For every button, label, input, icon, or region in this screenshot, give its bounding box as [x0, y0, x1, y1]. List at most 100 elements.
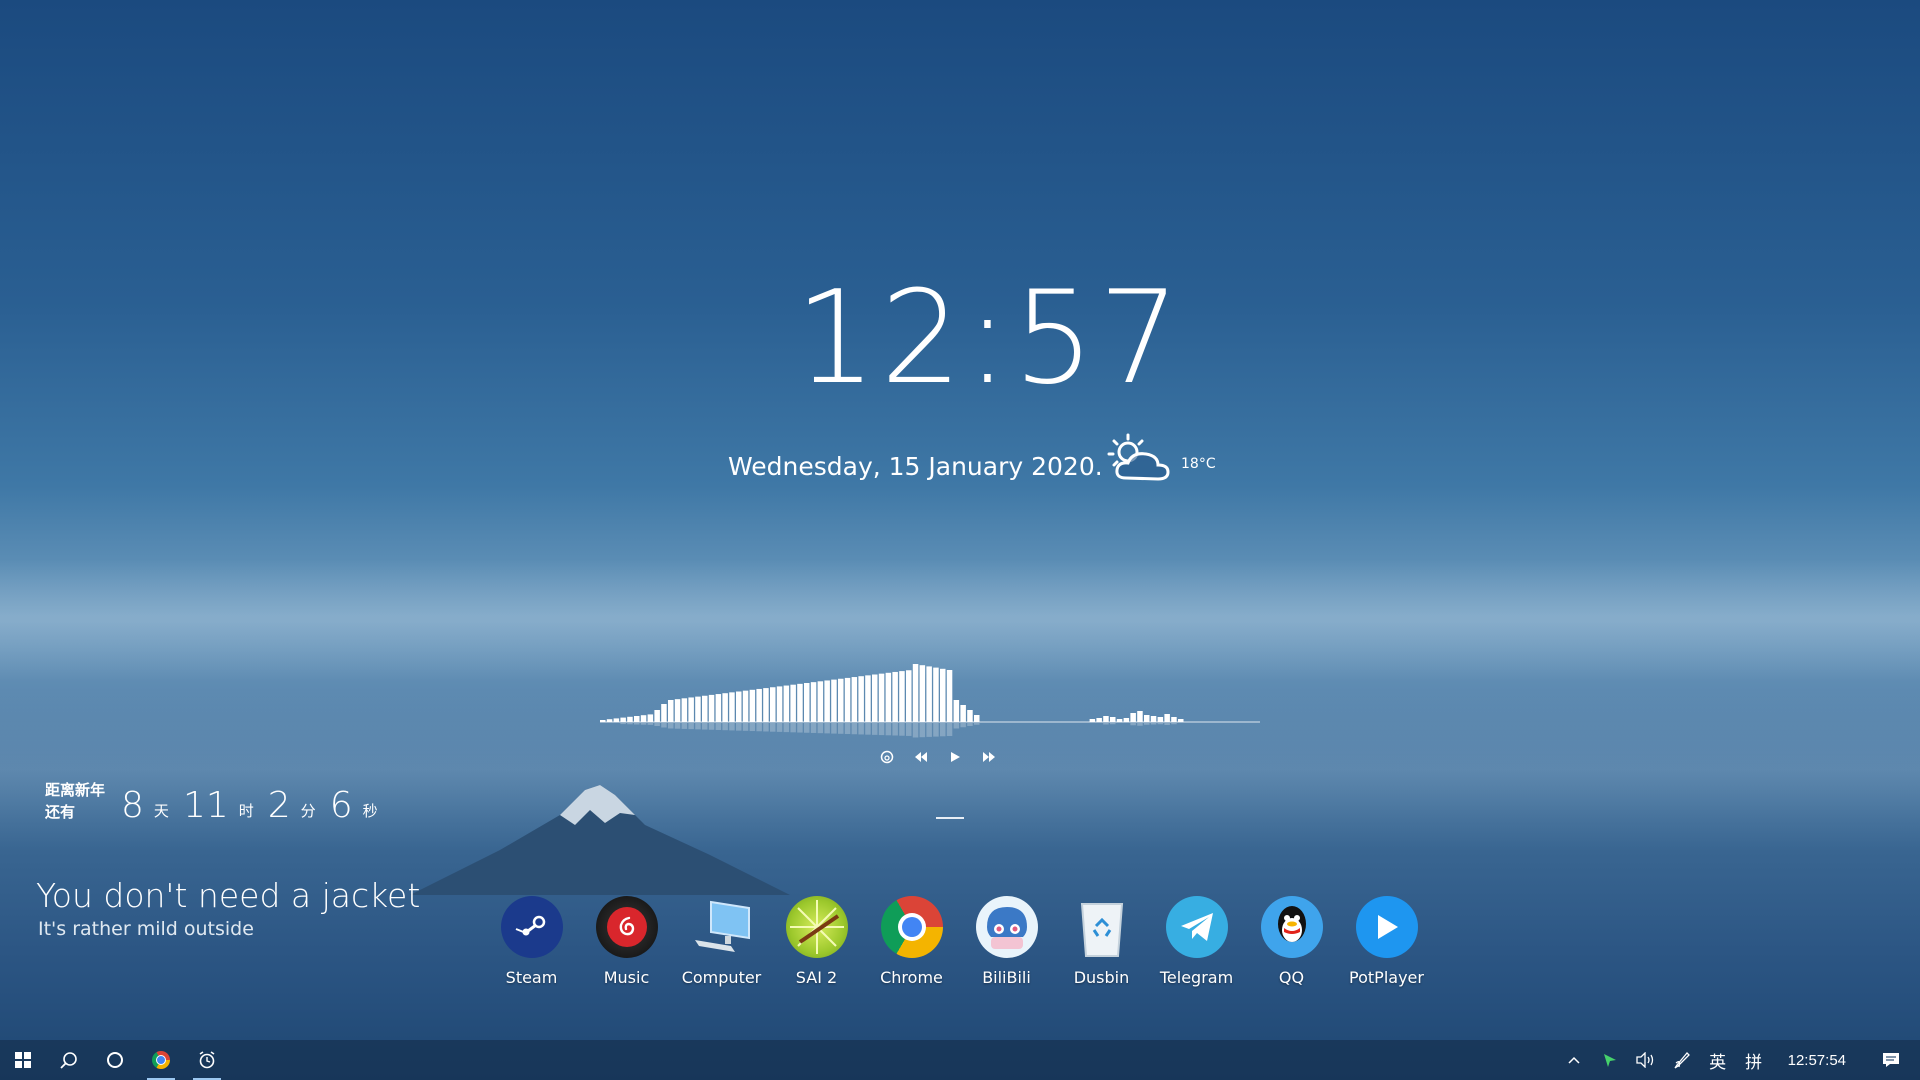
- chevron-up-icon[interactable]: [1556, 1040, 1592, 1080]
- visualizer-reflection: [674, 723, 681, 729]
- visualizer-bar: [722, 693, 728, 722]
- visualizer-bar: [736, 691, 742, 722]
- visualizer-reflection: [804, 723, 810, 733]
- visualizer-bar: [899, 671, 905, 722]
- visualizer-reflection: [783, 723, 790, 733]
- visualizer-reflection: [1110, 723, 1116, 725]
- visualizer-bar: [620, 717, 626, 722]
- dock-item-potplayer[interactable]: PotPlayer: [1339, 896, 1434, 987]
- countdown-hours-unit: 时: [238, 803, 254, 820]
- visualizer-reflection: [722, 723, 728, 731]
- countdown-label-line1: 距离新年: [45, 782, 106, 799]
- visualizer-reflection: [790, 723, 796, 733]
- previous-icon[interactable]: [914, 750, 928, 764]
- windows-start-icon[interactable]: [0, 1040, 46, 1080]
- visualizer-reflection: [634, 723, 640, 725]
- dock-item-dusbin[interactable]: Dusbin: [1054, 896, 1149, 987]
- dock-item-steam[interactable]: Steam: [484, 896, 579, 987]
- visualizer-reflection: [1150, 723, 1157, 725]
- visualizer-bar: [783, 685, 790, 722]
- visualizer-bar: [742, 690, 749, 722]
- visualizer-reflection: [756, 723, 762, 732]
- visualizer-reflection: [797, 723, 803, 733]
- cortana-icon[interactable]: [92, 1040, 138, 1080]
- dock-item-telegram[interactable]: Telegram: [1149, 896, 1244, 987]
- visualizer-reflection: [946, 723, 953, 736]
- visualizer-reflection: [654, 723, 660, 726]
- dock-item-chrome[interactable]: Chrome: [864, 896, 959, 987]
- countdown-label: 距离新年 还有: [45, 780, 105, 824]
- ime-language[interactable]: 英: [1700, 1040, 1736, 1080]
- ime-mode[interactable]: 拼: [1736, 1040, 1772, 1080]
- pen-icon[interactable]: [1664, 1040, 1700, 1080]
- steam-icon: [500, 896, 563, 958]
- dock-item-qq[interactable]: QQ: [1244, 896, 1339, 987]
- visualizer-bar: [824, 680, 830, 722]
- visualizer-reflection: [620, 723, 626, 725]
- telegram-icon: [1165, 896, 1228, 958]
- visualizer-bar: [1137, 711, 1143, 722]
- next-icon[interactable]: [982, 750, 996, 764]
- visualizer-bar: [892, 671, 898, 722]
- visualizer-bar: [640, 715, 647, 722]
- visualizer-bar: [804, 683, 810, 722]
- dock-label: Music: [603, 968, 650, 987]
- dock-item-bilibili[interactable]: BiliBili: [959, 896, 1054, 987]
- visualizer-reflection: [695, 723, 701, 730]
- dock-item-music[interactable]: Music: [579, 896, 674, 987]
- visualizer-reflection: [899, 723, 905, 736]
- taskbar-clock[interactable]: 12:57:54: [1772, 1040, 1862, 1080]
- visualizer-bar: [844, 677, 851, 722]
- visualizer-reflection: [1130, 723, 1136, 726]
- dock-label: QQ: [1278, 968, 1305, 987]
- visualizer-bar: [1096, 718, 1102, 722]
- visualizer-reflection: [960, 723, 966, 728]
- visualizer-bar: [960, 705, 966, 722]
- app-dock: Steam Music Computer SAI 2 Chrome BiliBi…: [484, 896, 1434, 987]
- visualizer-reflection: [953, 723, 960, 729]
- visualizer-bar: [1144, 715, 1150, 722]
- visualizer-bar: [695, 696, 701, 722]
- chrome-icon[interactable]: [138, 1040, 184, 1080]
- alarm-icon[interactable]: [184, 1040, 230, 1080]
- visualizer-reflection: [776, 723, 783, 732]
- search-icon[interactable]: [46, 1040, 92, 1080]
- network-arrow-icon[interactable]: [1592, 1040, 1628, 1080]
- visualizer-bar: [885, 672, 892, 722]
- visualizer-reflection: [817, 723, 824, 734]
- visualizer-reflection: [627, 723, 633, 725]
- bilibili-icon: [975, 896, 1038, 958]
- dock-label: PotPlayer: [1349, 968, 1424, 987]
- qq-icon: [1260, 896, 1323, 958]
- visualizer-reflection: [729, 723, 735, 731]
- visualizer-reflection: [1171, 723, 1177, 725]
- visualizer-bar: [1171, 717, 1177, 722]
- audio-visualizer: [600, 664, 1260, 738]
- visualizer-bar: [647, 714, 654, 722]
- countdown-days-unit: 天: [153, 803, 169, 820]
- visualizer-bar: [974, 715, 980, 722]
- divider-dash: [936, 817, 964, 819]
- visualizer-bar: [831, 679, 837, 722]
- visualizer-reflection: [749, 723, 756, 732]
- play-icon[interactable]: [948, 750, 962, 764]
- netease-icon[interactable]: [880, 750, 894, 764]
- mountain-peak: [410, 785, 790, 895]
- notifications-icon[interactable]: [1862, 1040, 1920, 1080]
- countdown-seconds-unit: 秒: [362, 803, 378, 820]
- visualizer-bar: [763, 688, 769, 722]
- visualizer-reflection: [885, 723, 892, 736]
- visualizer-bar: [749, 689, 756, 722]
- dock-item-computer[interactable]: Computer: [674, 896, 769, 987]
- visualizer-reflection: [974, 723, 980, 725]
- dock-item-sai2[interactable]: SAI 2: [769, 896, 864, 987]
- visualizer-bar: [1130, 713, 1136, 722]
- visualizer-bar: [919, 665, 926, 722]
- visualizer-reflection: [906, 723, 912, 736]
- dock-label: Dusbin: [1073, 968, 1130, 987]
- visualizer-reflection: [933, 723, 939, 737]
- volume-icon[interactable]: [1628, 1040, 1664, 1080]
- countdown-days: 8: [121, 785, 144, 826]
- dock-label: SAI 2: [795, 968, 838, 987]
- visualizer-bar: [953, 700, 960, 722]
